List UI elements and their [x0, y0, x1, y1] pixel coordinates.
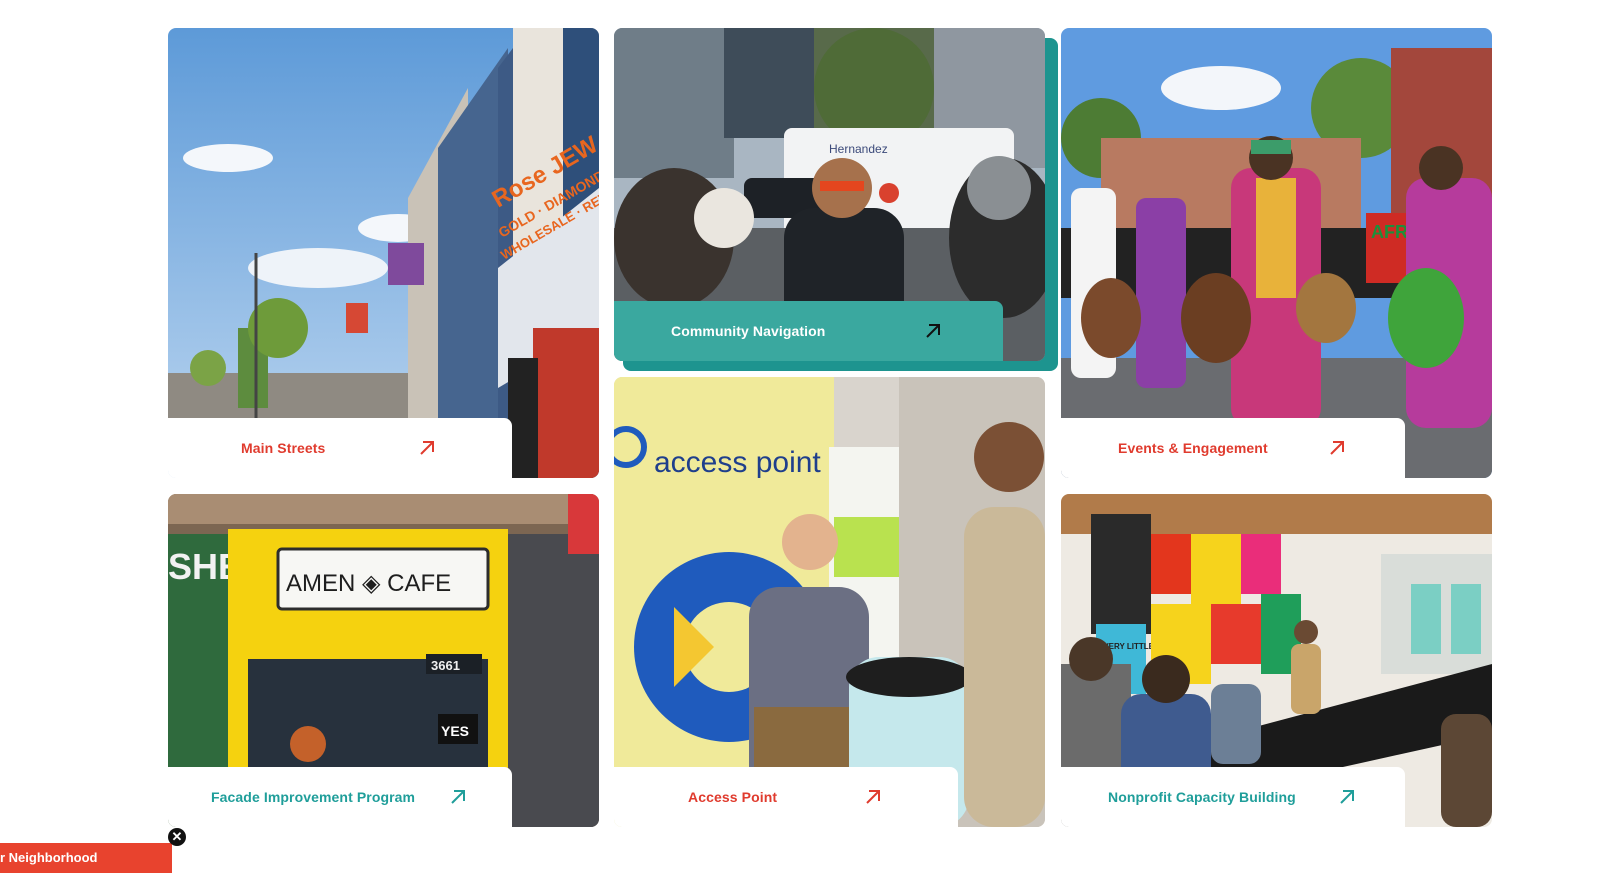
card-main-streets[interactable]: Rose JEW GOLD · DIAMONDS WHOLESALE · RET…	[168, 28, 599, 478]
facade-improvement-text: Facade Improvement Program	[211, 789, 416, 805]
hernandez-van: Hernandez	[829, 142, 888, 156]
arrow-up-right-icon	[451, 790, 465, 804]
nonprofit-capacity-text: Nonprofit Capacity Building	[1108, 789, 1296, 805]
arrow-up-right-icon	[420, 441, 434, 455]
access-point-text: Access Point	[688, 789, 778, 805]
card-nonprofit-capacity[interactable]: EVERY LITTLE BIT HELPS Nonprofit Capacit…	[1061, 494, 1492, 827]
access-point-photo: access point	[614, 377, 1045, 827]
events-engagement-text: Events & Engagement	[1118, 440, 1268, 456]
card-community-navigation[interactable]: Hernandez Community Navigation	[614, 28, 1045, 361]
main-streets-label[interactable]: Main Streets	[168, 418, 512, 478]
facade-improvement-label[interactable]: Facade Improvement Program	[168, 767, 512, 827]
neighborhood-banner[interactable]: r Neighborhood	[0, 843, 172, 873]
card-access-point[interactable]: access point Access Point	[614, 377, 1045, 827]
events-engagement-label[interactable]: Events & Engagement	[1061, 418, 1405, 478]
access-point-label[interactable]: Access Point	[614, 767, 958, 827]
community-navigation-label[interactable]: Community Navigation	[614, 301, 1003, 361]
arrow-up-right-icon	[926, 324, 940, 338]
yes-sign: YES	[441, 723, 469, 739]
community-navigation-text: Community Navigation	[671, 323, 826, 339]
close-icon[interactable]: ✕	[168, 828, 186, 846]
events-engagement-photo: AFR ON	[1061, 28, 1492, 478]
main-streets-photo: Rose JEW GOLD · DIAMONDS WHOLESALE · RET…	[168, 28, 599, 478]
nonprofit-capacity-label[interactable]: Nonprofit Capacity Building	[1061, 767, 1405, 827]
amen-cafe-sign: AMEN ◈ CAFE	[286, 570, 451, 597]
banner-text: r Neighborhood	[0, 850, 98, 865]
arrow-up-right-icon	[1330, 441, 1344, 455]
main-streets-text: Main Streets	[241, 440, 326, 456]
card-events-engagement[interactable]: AFR ON Events & Engagement	[1061, 28, 1492, 478]
arrow-up-right-icon	[1340, 790, 1354, 804]
store-number: 3661	[431, 658, 460, 673]
access-point-logo: access point	[654, 446, 821, 479]
card-facade-improvement[interactable]: SHED BILLS AMEN ◈ CAFE 3661 YES Facade I…	[168, 494, 599, 827]
arrow-up-right-icon	[866, 790, 880, 804]
